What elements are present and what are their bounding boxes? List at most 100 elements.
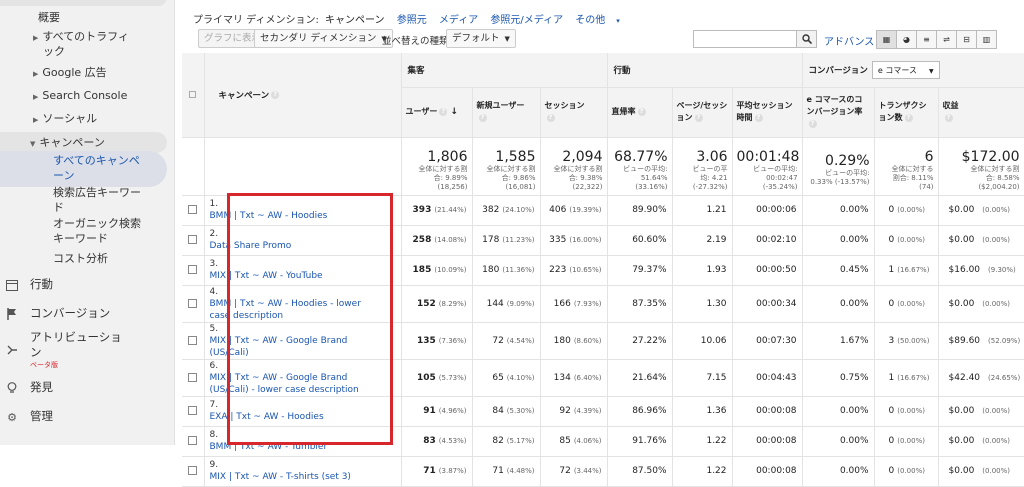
total-sessions: 2,094 全体に対する割 合: 9.38% (22,322) bbox=[540, 137, 608, 196]
sidebar-section-behavior[interactable]: 行動 bbox=[30, 277, 53, 292]
col-sessions-header[interactable]: セッション? bbox=[540, 87, 608, 138]
bounce-cell: 86.96% bbox=[607, 396, 673, 427]
conv-rate-cell: 1.67% bbox=[802, 322, 875, 360]
row-checkbox-cell bbox=[182, 456, 205, 487]
secondary-dimension-select[interactable]: セカンダリ ディメンション ▼ bbox=[254, 29, 393, 48]
col-campaign-header[interactable]: キャンペーン? bbox=[204, 53, 402, 138]
sessions-cell: 72 (3.44%) bbox=[540, 456, 608, 487]
primary-dimension-other[interactable]: その他 ▾ bbox=[575, 15, 629, 26]
campaign-link[interactable]: BMM | Txt ~ AW - Hoodies - lower case de… bbox=[210, 298, 382, 322]
help-icon: ? bbox=[808, 119, 817, 128]
transactions-cell: 0 (0.00%) bbox=[874, 426, 939, 457]
revenue-cell: $0.00 (0.00%) bbox=[938, 456, 1024, 487]
table-row: 5.MIX | Txt ~ AW - Google Brand (US/Cali… bbox=[182, 322, 1024, 360]
sidebar-section-attribution[interactable]: アトリビューショ bbox=[30, 330, 122, 345]
campaign-link[interactable]: MIX | Txt ~ AW - Google Brand (US/Cali) … bbox=[210, 372, 382, 396]
row-checkbox[interactable] bbox=[188, 298, 198, 308]
sidebar-subitem-cost-analysis[interactable]: コスト分析 bbox=[53, 251, 108, 266]
primary-dimension-medium[interactable]: メディア bbox=[439, 15, 478, 26]
report-main: プライマリ ディメンション: キャンペーン 参照元 メディア 参照元/メディア … bbox=[176, 0, 1024, 487]
transactions-pct: (0.00%) bbox=[897, 236, 925, 244]
revenue-cell: $0.00 (0.00%) bbox=[938, 225, 1024, 256]
revenue-cell: $0.00 (0.00%) bbox=[938, 426, 1024, 457]
new-users-cell: 180 (11.36%) bbox=[472, 255, 541, 286]
pages-session-cell: 1.36 bbox=[672, 396, 733, 427]
sidebar-subitem-organic-keywords[interactable]: オーガニック検索 bbox=[53, 216, 141, 231]
transactions-value: 0 bbox=[888, 235, 895, 245]
col-pages-session-header[interactable]: ページ/セッション? bbox=[672, 87, 733, 138]
sidebar-item-search-console[interactable]: ▶ Search Console bbox=[33, 88, 127, 105]
col-bounce-header[interactable]: 直帰率? bbox=[607, 87, 673, 138]
row-checkbox[interactable] bbox=[188, 372, 198, 382]
new-users-value: 180 bbox=[482, 265, 500, 275]
table-row: 6.MIX | Txt ~ AW - Google Brand (US/Cali… bbox=[182, 359, 1024, 397]
campaign-link[interactable]: BMM | Txt ~ AW - Hoodies bbox=[210, 210, 382, 222]
campaign-link[interactable]: Data Share Promo bbox=[210, 240, 382, 252]
revenue-pct: (9.30%) bbox=[988, 266, 1016, 274]
select-all-cell bbox=[182, 53, 205, 138]
pivot-view-icon[interactable]: ▥ bbox=[976, 30, 997, 49]
sidebar-subitem-all-campaigns[interactable]: すべてのキャンペ bbox=[53, 153, 140, 168]
row-checkbox[interactable] bbox=[188, 466, 198, 475]
search-button[interactable] bbox=[797, 30, 817, 48]
table-row: 7.EXA | Txt ~ AW - Hoodies 91 (4.96%) 84(… bbox=[182, 396, 1024, 427]
new-users-pct: (4.48%) bbox=[506, 467, 535, 475]
flag-icon bbox=[5, 307, 19, 321]
primary-dimension-source-medium[interactable]: 参照元/メディア bbox=[490, 15, 563, 26]
campaign-link[interactable]: EXA | Txt ~ AW - Hoodies bbox=[210, 411, 382, 423]
comparison-view-icon[interactable]: ⇌ bbox=[936, 30, 957, 49]
conv-rate-cell: 0.45% bbox=[802, 255, 875, 286]
sidebar-item-campaigns[interactable]: ▼ キャンペーン bbox=[30, 135, 105, 152]
campaign-link[interactable]: BMM | Txt ~ AW - Tumbler bbox=[210, 441, 382, 453]
advanced-filter-link[interactable]: アドバンス bbox=[824, 33, 874, 48]
row-checkbox[interactable] bbox=[188, 406, 198, 415]
col-users-header[interactable]: ユーザー? ↓ bbox=[401, 87, 473, 138]
row-index: 2. bbox=[209, 229, 219, 239]
row-checkbox[interactable] bbox=[188, 265, 198, 274]
sidebar-section-discover[interactable]: 発見 bbox=[30, 380, 53, 395]
campaign-link[interactable]: MIX | Txt ~ AW - Google Brand (US/Cali) bbox=[210, 335, 382, 359]
term-cloud-view-icon[interactable]: ⊟ bbox=[956, 30, 977, 49]
row-index: 8. bbox=[209, 430, 219, 440]
col-revenue-header[interactable]: 収益? bbox=[938, 87, 1024, 138]
campaign-link[interactable]: MIX | Txt ~ AW - YouTube bbox=[210, 270, 382, 282]
primary-dimension-source[interactable]: 参照元 bbox=[397, 15, 427, 26]
col-avg-duration-header[interactable]: 平均セッション時間? bbox=[732, 87, 803, 138]
new-users-value: 71 bbox=[492, 466, 504, 476]
pages-session-cell: 1.21 bbox=[672, 195, 733, 226]
primary-dimension-campaign[interactable]: キャンペーン bbox=[325, 15, 385, 26]
revenue-value: $42.40 bbox=[948, 372, 981, 383]
transactions-value: 0 bbox=[888, 298, 895, 309]
sidebar-section-admin[interactable]: 管理 bbox=[30, 409, 53, 424]
col-conv-rate-header[interactable]: e コマースのコンバージョン率? bbox=[802, 87, 875, 138]
row-index: 9. bbox=[209, 460, 219, 470]
users-value: 71 bbox=[423, 466, 436, 476]
row-checkbox[interactable] bbox=[188, 335, 198, 345]
sort-type-select[interactable]: デフォルト ▼ bbox=[446, 29, 516, 48]
sidebar-item-social[interactable]: ▶ ソーシャル bbox=[33, 111, 97, 128]
total-conv-rate: 0.29% ビューの平均: 0.33% (-13.57%) bbox=[802, 137, 875, 196]
users-cell: 71 (3.87%) bbox=[401, 456, 473, 487]
table-view-icon[interactable]: ▦ bbox=[876, 30, 897, 49]
col-new-users-header[interactable]: 新規ユーザー? bbox=[472, 87, 541, 138]
row-checkbox[interactable] bbox=[188, 205, 198, 214]
campaign-link[interactable]: MIX | Txt ~ AW - T-shirts (set 3) bbox=[210, 471, 382, 483]
select-all-checkbox[interactable] bbox=[189, 90, 197, 98]
campaign-cell: 7.EXA | Txt ~ AW - Hoodies bbox=[204, 396, 402, 427]
users-pct: (14.08%) bbox=[434, 236, 467, 244]
sidebar-top-highlight bbox=[0, 0, 167, 6]
row-checkbox[interactable] bbox=[188, 235, 198, 244]
sidebar-item-google-ads[interactable]: ▶ Google 広告 bbox=[33, 65, 107, 82]
lightbulb-icon bbox=[5, 381, 19, 395]
sidebar-item-overview[interactable]: 概要 bbox=[38, 10, 60, 25]
row-checkbox[interactable] bbox=[188, 436, 198, 445]
revenue-pct: (0.00%) bbox=[982, 437, 1010, 445]
conversion-goal-select[interactable]: e コマース ▼ bbox=[871, 60, 940, 79]
performance-view-icon[interactable]: ≡ bbox=[916, 30, 937, 49]
sidebar-subitem-paid-keywords[interactable]: 検索広告キーワー bbox=[53, 185, 141, 200]
avg-duration-cell: 00:00:34 bbox=[732, 285, 803, 323]
sidebar-section-conversion[interactable]: コンバージョン bbox=[30, 306, 110, 321]
col-transactions-header[interactable]: トランザクション数? bbox=[874, 87, 939, 138]
pie-view-icon[interactable]: ◕ bbox=[896, 30, 917, 49]
table-search-input[interactable] bbox=[693, 30, 797, 48]
